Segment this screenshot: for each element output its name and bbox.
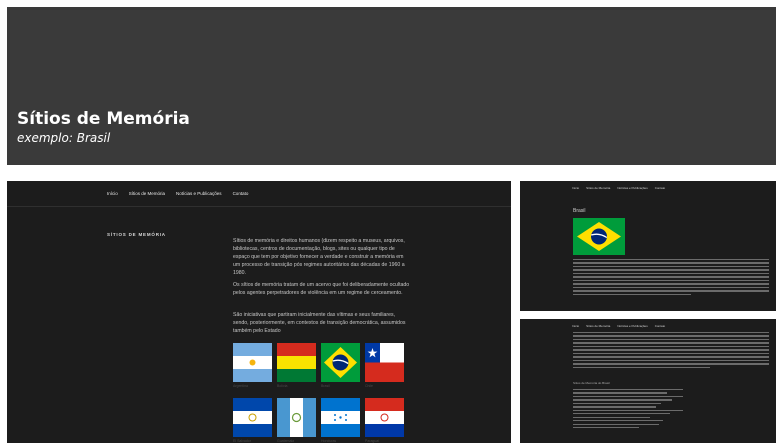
list-page-intro-text [573, 332, 769, 370]
side-nav-contato[interactable]: Contato [655, 186, 666, 190]
nav-item-inicio[interactable]: Início [107, 191, 118, 196]
section-heading: SÍTIOS DE MEMÓRIA [107, 232, 166, 237]
site-subtitle: exemplo: Brasil [17, 131, 111, 145]
honduras-flag-icon[interactable] [321, 398, 360, 437]
nav-divider [7, 206, 511, 207]
side-nav-inicio[interactable]: Início [572, 186, 579, 190]
flag-caption-honduras: Honduras [321, 439, 337, 443]
intro-paragraph-1: Sítios de memória e direitos humanos (di… [233, 238, 405, 277]
el-salvador-flag-icon[interactable] [233, 398, 272, 437]
intro-paragraph-3: São iniciativas que partiram inicialment… [233, 312, 406, 335]
nav-item-sitios[interactable]: Sítios de Memória [129, 191, 165, 196]
nav-item-contato[interactable]: Contato [233, 191, 249, 196]
country-page-title: Brasil [573, 208, 586, 214]
nav-item-noticias[interactable]: Notícias e Publicações [176, 191, 222, 196]
side-nav-sitios[interactable]: Sítios de Memória [586, 186, 610, 190]
side-nav-2-noticias[interactable]: Notícias e Publicações [617, 324, 647, 328]
intro-paragraph-2: Os sítios de memória tratam de um acervo… [233, 282, 410, 297]
flag-caption-brasil: Brasil [321, 384, 330, 388]
side-nav: Início Sítios de Memória Notícias e Publ… [572, 186, 665, 190]
flag-caption-argentina: Argentina [233, 384, 248, 388]
site-title[interactable]: Sítios de Memória [17, 109, 190, 129]
homepage-preview: Início Sítios de Memória Notícias e Publ… [7, 181, 511, 443]
side-nav-2-sitios[interactable]: Sítios de Memória [586, 324, 610, 328]
flag-caption-guatemala: Guatemala [277, 439, 295, 443]
side-nav-noticias[interactable]: Notícias e Publicações [617, 186, 647, 190]
memory-sites-list-preview: Início Sítios de Memória Notícias e Publ… [520, 319, 776, 443]
side-nav-2-inicio[interactable]: Início [572, 324, 579, 328]
flag-caption-paraguai: Paraguai [365, 439, 380, 443]
memory-sites-list-title: Sítios de Memória do Brasil [573, 381, 610, 385]
brazil-flag-icon [573, 218, 625, 255]
argentina-flag-icon[interactable] [233, 343, 272, 382]
guatemala-flag-icon[interactable] [277, 398, 316, 437]
site-header-banner: Sítios de Memória exemplo: Brasil [7, 7, 776, 165]
flag-caption-bolivia: Bolívia [277, 384, 288, 388]
flag-caption-el-salvador: El Salvador [233, 439, 251, 443]
flag-caption-chile: Chile [365, 384, 373, 388]
brazil-flag-icon[interactable] [321, 343, 360, 382]
memory-sites-list[interactable] [573, 389, 683, 431]
side-nav-2-contato[interactable]: Contato [655, 324, 666, 328]
brasil-page-preview: Início Sítios de Memória Notícias e Publ… [520, 181, 776, 311]
side-nav-2: Início Sítios de Memória Notícias e Publ… [572, 324, 665, 328]
country-description-text [573, 259, 769, 297]
paraguay-flag-icon[interactable] [365, 398, 404, 437]
chile-flag-icon[interactable] [365, 343, 404, 382]
bolivia-flag-icon[interactable] [277, 343, 316, 382]
main-nav: Início Sítios de Memória Notícias e Publ… [107, 191, 248, 196]
